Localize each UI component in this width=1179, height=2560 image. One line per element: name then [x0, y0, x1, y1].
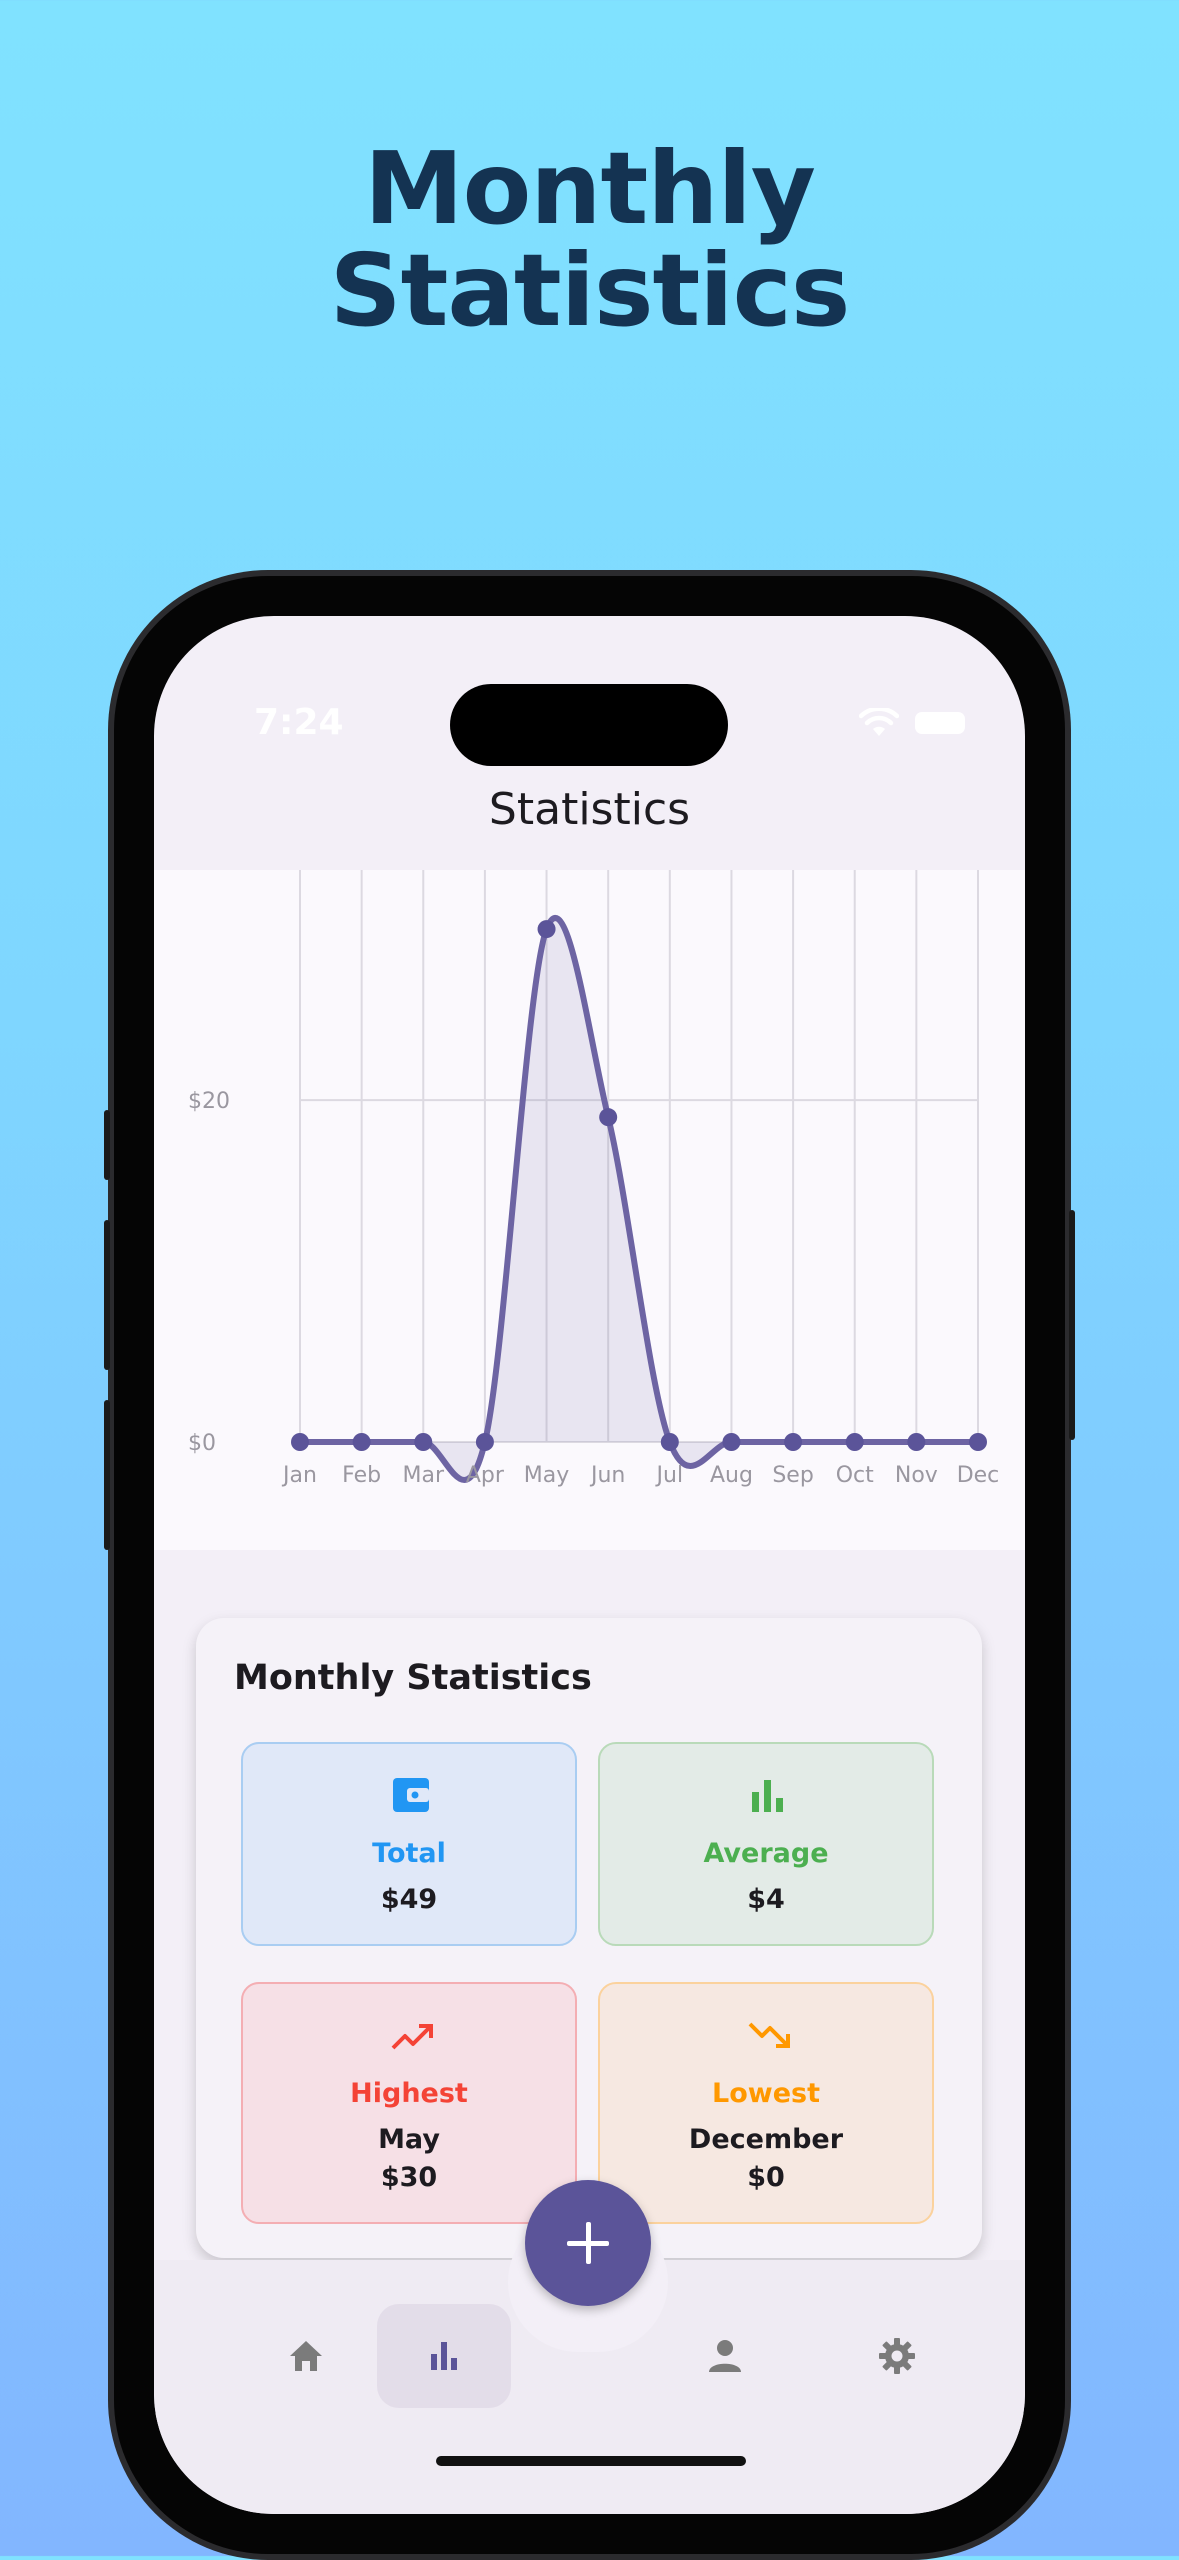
- chart-area: $0 $20 Jan Feb Mar Apr May Jun Jul Aug Sep Oct Nov De…: [154, 870, 1025, 1550]
- bar-chart-icon: [752, 1780, 783, 1812]
- mute-switch: [104, 1110, 110, 1180]
- x-tick-label: Jan: [281, 1463, 317, 1488]
- average-label: Average: [703, 1838, 829, 1869]
- x-tick-label: Aug: [710, 1463, 753, 1488]
- lowest-value: $0: [747, 2162, 785, 2193]
- y-tick-label: $20: [188, 1089, 230, 1114]
- wifi-icon: [859, 708, 899, 736]
- profile-icon: [709, 2340, 741, 2372]
- lowest-label: Lowest: [712, 2078, 820, 2109]
- trending-down-icon: [748, 2022, 790, 2048]
- battery-icon: [915, 712, 965, 734]
- app-bar-title: Statistics: [488, 784, 691, 835]
- add-fab-button[interactable]: [525, 2180, 651, 2306]
- total-label: Total: [372, 1838, 446, 1869]
- x-tick-label: Feb: [342, 1463, 381, 1488]
- stats-icon: [431, 2342, 457, 2370]
- data-point-dec: [969, 1433, 987, 1451]
- phone-frame: 7:24 Statistics $0 $20 Jan Feb Mar Apr May Jun J…: [104, 570, 1075, 2560]
- volume-down-button: [104, 1400, 110, 1550]
- monthly-statistics-card: Monthly Statistics Total $49 Average $4: [196, 1618, 982, 2258]
- data-point-mar: [414, 1433, 433, 1451]
- wallet-icon: [393, 1778, 429, 1812]
- x-tick-label: Jul: [655, 1463, 684, 1488]
- lowest-month: December: [688, 2124, 844, 2155]
- x-tick-label: Oct: [836, 1463, 874, 1488]
- y-tick-label: $0: [188, 1431, 216, 1456]
- data-point-aug: [722, 1433, 741, 1451]
- status-time: 7:24: [254, 702, 344, 743]
- nav-statistics[interactable]: [377, 2304, 511, 2408]
- settings-icon: [879, 2338, 915, 2374]
- hero-title-line1: Monthly: [364, 130, 816, 247]
- series-area: [300, 917, 978, 1480]
- data-point-jan: [291, 1433, 309, 1451]
- total-tile: Total $49: [241, 1742, 577, 1946]
- data-point-nov: [907, 1433, 926, 1451]
- average-value: $4: [747, 1884, 785, 1915]
- highest-label: Highest: [350, 2078, 468, 2109]
- data-point-sep: [784, 1433, 803, 1451]
- x-tick-label: Apr: [466, 1463, 505, 1488]
- data-point-jul: [660, 1433, 679, 1451]
- x-tick-label: Jun: [589, 1463, 625, 1488]
- trending-up-icon: [391, 2024, 433, 2050]
- data-point-may: [537, 920, 556, 939]
- x-tick-label: Nov: [895, 1463, 938, 1488]
- stats-card-heading: Monthly Statistics: [234, 1658, 592, 1698]
- monthly-line-chart: $0 $20 Jan Feb Mar Apr May Jun Jul Aug Sep Oct Nov De…: [188, 870, 1000, 1488]
- lowest-tile: Lowest December $0: [598, 1982, 934, 2224]
- data-point-feb: [352, 1433, 371, 1451]
- highest-month: May: [378, 2124, 440, 2155]
- data-point-jun: [599, 1108, 618, 1127]
- data-point-apr: [475, 1433, 494, 1451]
- highest-value: $30: [380, 2162, 438, 2193]
- total-value: $49: [380, 1884, 438, 1915]
- volume-up-button: [104, 1220, 110, 1370]
- nav-settings[interactable]: [830, 2304, 964, 2408]
- x-tick-label: Mar: [403, 1463, 445, 1488]
- home-indicator: [436, 2456, 746, 2466]
- home-icon: [290, 2341, 322, 2371]
- x-tick-label: Sep: [772, 1463, 813, 1488]
- data-point-oct: [845, 1433, 864, 1451]
- x-tick-label: May: [524, 1463, 569, 1488]
- hero-title: Monthly Statistics: [0, 138, 1179, 342]
- hero-title-line2: Statistics: [329, 232, 851, 349]
- nav-profile[interactable]: [658, 2304, 792, 2408]
- app-screen: 7:24 Statistics $0 $20 Jan Feb Mar Apr May Jun J…: [154, 616, 1025, 2514]
- average-tile: Average $4: [598, 1742, 934, 1946]
- dynamic-island: [450, 684, 728, 766]
- power-button: [1069, 1210, 1075, 1440]
- nav-home[interactable]: [239, 2304, 373, 2408]
- x-tick-label: Dec: [957, 1463, 1000, 1488]
- highest-tile: Highest May $30: [241, 1982, 577, 2224]
